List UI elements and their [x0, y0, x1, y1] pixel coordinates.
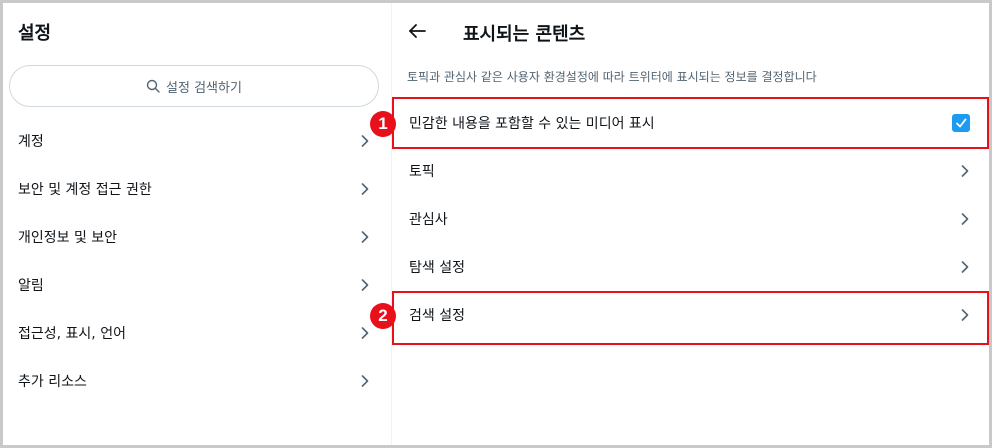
list-item-interests[interactable]: 관심사 [392, 195, 989, 243]
menu-item-label: 접근성, 표시, 언어 [18, 326, 126, 342]
settings-sidebar: 설정 설정 검색하기 계정 보안 및 계정 접근 권한 개인정보 및 보안 알림… [3, 3, 392, 445]
menu-item-label: 개인정보 및 보안 [18, 230, 118, 246]
menu-item-label: 계정 [18, 134, 44, 150]
search-placeholder: 설정 검색하기 [166, 80, 242, 96]
search-icon [146, 79, 160, 93]
chevron-right-icon [961, 213, 969, 225]
menu-item-privacy-safety[interactable]: 개인정보 및 보안 [3, 213, 391, 261]
chevron-right-icon [361, 135, 369, 147]
chevron-right-icon [361, 183, 369, 195]
menu-item-security-access[interactable]: 보안 및 계정 접근 권한 [3, 165, 391, 213]
annotation-badge-2: 2 [370, 303, 396, 329]
list-item-explore-settings[interactable]: 탐색 설정 [392, 243, 989, 291]
list-item-topics[interactable]: 토픽 [392, 147, 989, 195]
chevron-right-icon [361, 375, 369, 387]
content-panel: 표시되는 콘텐츠 토픽과 관심사 같은 사용자 환경설정에 따라 트위터에 표시… [392, 3, 989, 445]
page-title: 표시되는 콘텐츠 [463, 24, 586, 45]
list-item-label: 민감한 내용을 포함할 수 있는 미디어 표시 [409, 116, 655, 132]
list-item-label: 토픽 [409, 164, 435, 180]
list-item-label: 검색 설정 [409, 308, 465, 324]
menu-item-label: 보안 및 계정 접근 권한 [18, 182, 152, 198]
chevron-right-icon [961, 261, 969, 273]
page-description: 토픽과 관심사 같은 사용자 환경설정에 따라 트위터에 표시되는 정보를 결정… [407, 70, 817, 84]
chevron-right-icon [961, 309, 969, 321]
chevron-right-icon [361, 279, 369, 291]
settings-title: 설정 [18, 23, 52, 44]
checkbox-checked-icon[interactable] [952, 114, 970, 132]
chevron-right-icon [961, 165, 969, 177]
menu-item-label: 알림 [18, 278, 44, 294]
sensitive-media-toggle[interactable]: 민감한 내용을 포함할 수 있는 미디어 표시 [392, 99, 989, 147]
settings-search-input[interactable]: 설정 검색하기 [9, 65, 379, 107]
menu-item-accessibility[interactable]: 접근성, 표시, 언어 [3, 309, 391, 357]
list-item-label: 관심사 [409, 212, 448, 228]
list-item-search-settings[interactable]: 검색 설정 [392, 291, 989, 339]
menu-item-account[interactable]: 계정 [3, 117, 391, 165]
app-window: 설정 설정 검색하기 계정 보안 및 계정 접근 권한 개인정보 및 보안 알림… [0, 0, 992, 448]
chevron-right-icon [361, 231, 369, 243]
chevron-right-icon [361, 327, 369, 339]
list-item-label: 탐색 설정 [409, 260, 465, 276]
settings-menu: 계정 보안 및 계정 접근 권한 개인정보 및 보안 알림 접근성, 표시, 언… [3, 117, 391, 405]
menu-item-label: 추가 리소스 [18, 374, 87, 390]
arrow-left-icon[interactable] [407, 22, 429, 40]
menu-item-additional-resources[interactable]: 추가 리소스 [3, 357, 391, 405]
content-settings-list: 민감한 내용을 포함할 수 있는 미디어 표시 토픽 관심사 탐색 설정 검색 … [392, 99, 989, 339]
menu-item-notifications[interactable]: 알림 [3, 261, 391, 309]
annotation-badge-1: 1 [370, 111, 396, 137]
